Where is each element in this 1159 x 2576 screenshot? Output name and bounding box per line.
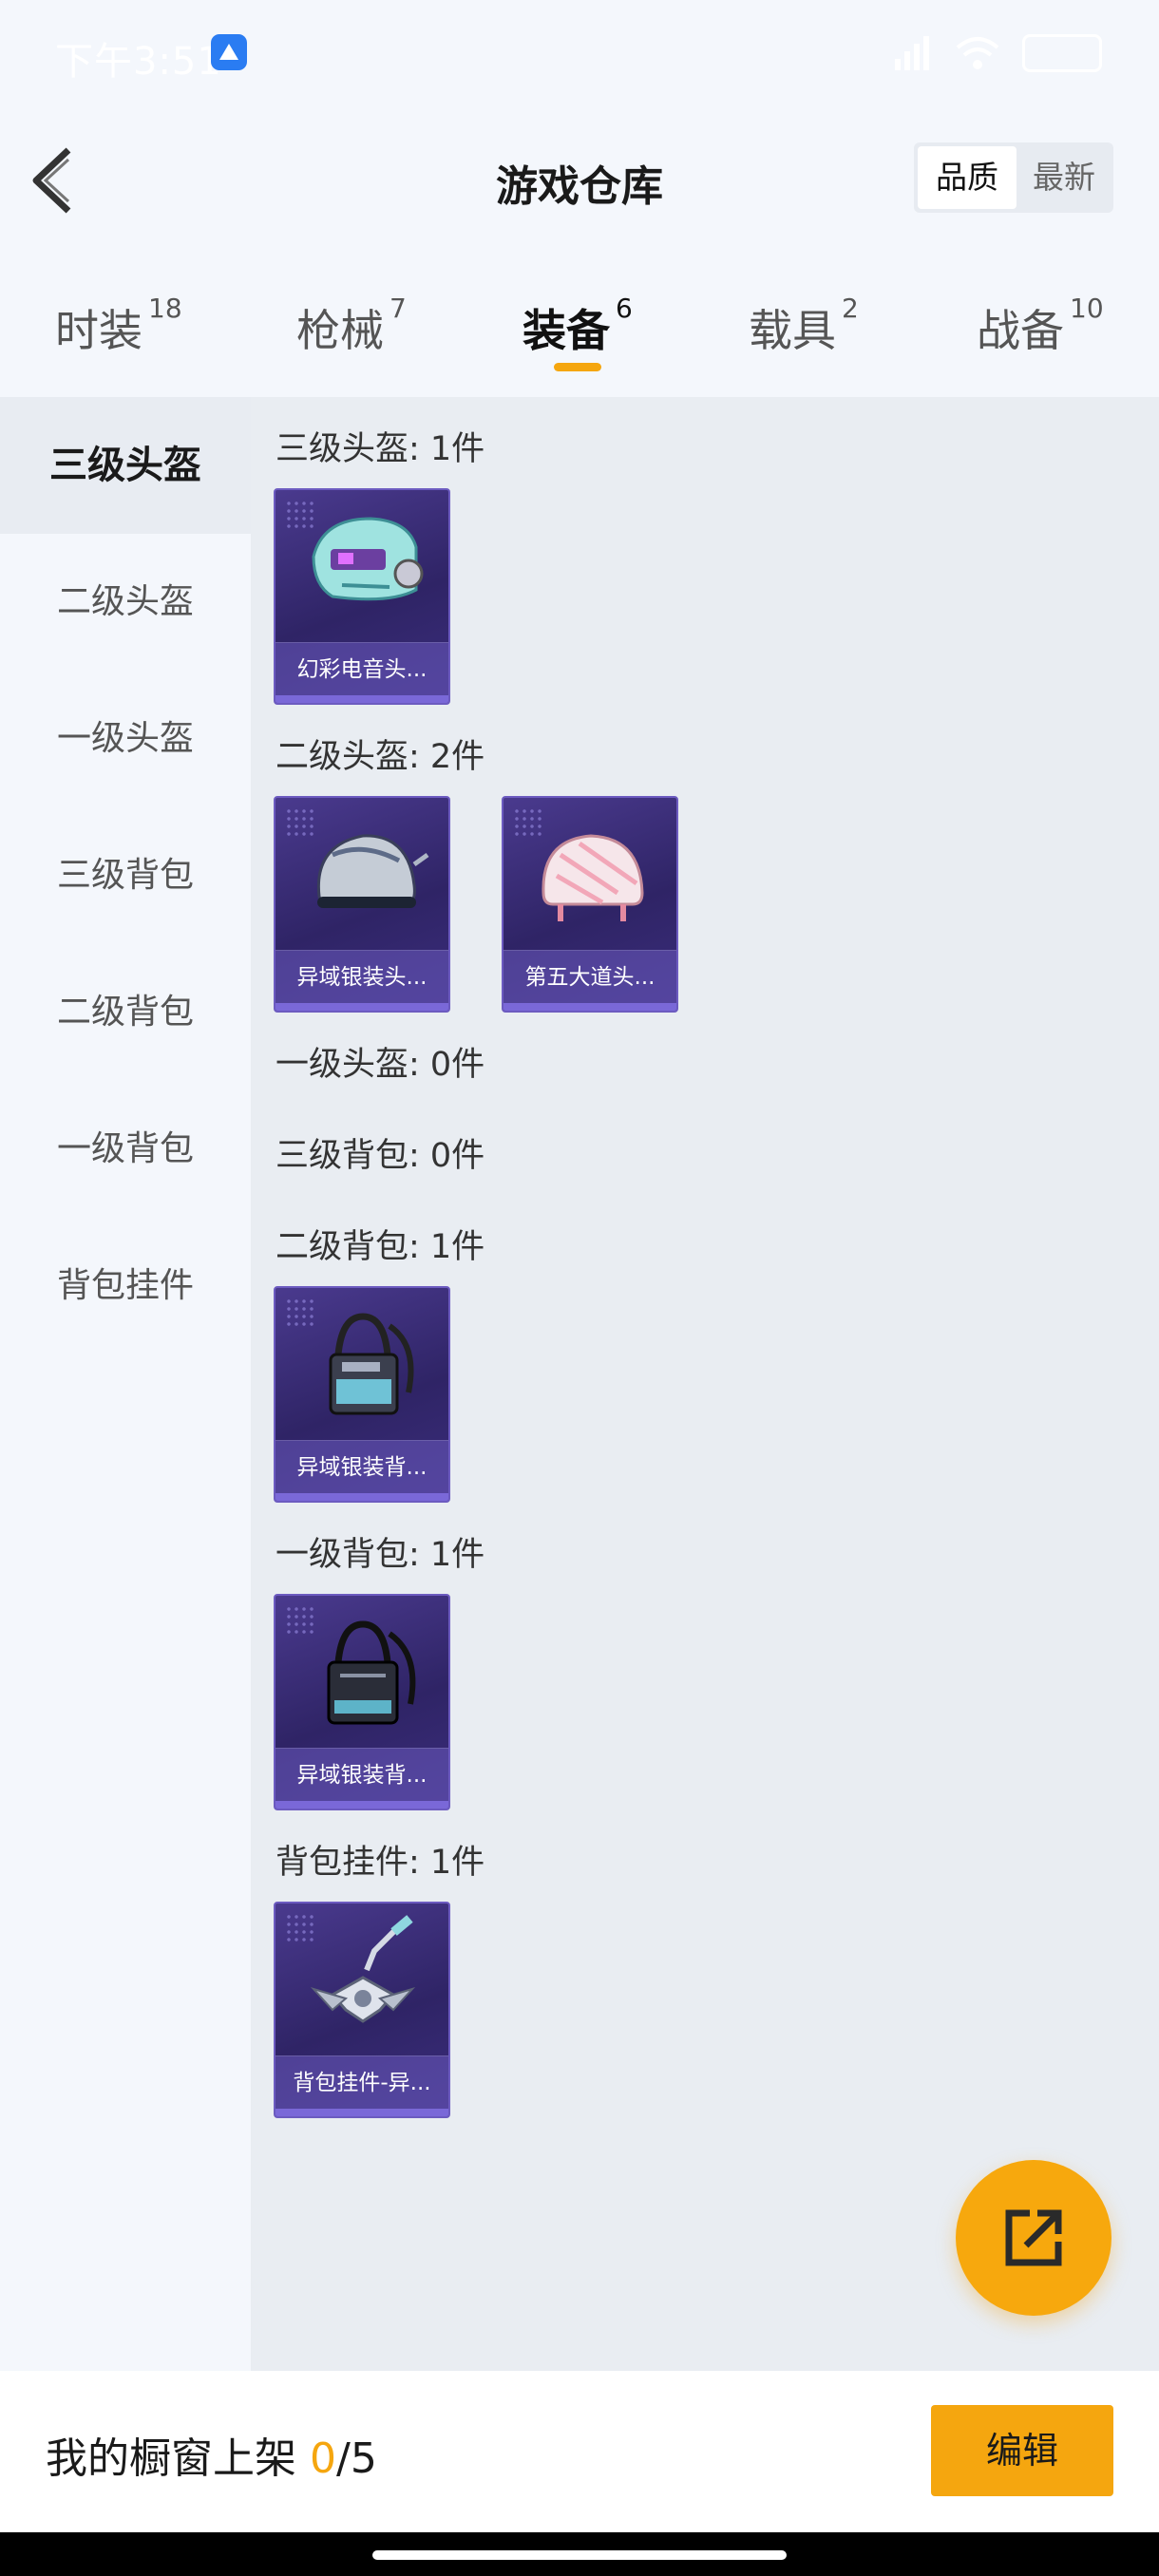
section-title: 一级头盔: 0件 bbox=[276, 1046, 485, 1084]
share-button[interactable] bbox=[956, 2160, 1112, 2316]
battery-icon bbox=[1022, 34, 1102, 72]
item-name: 异域银装背... bbox=[276, 1440, 448, 1493]
sort-newest-button[interactable]: 最新 bbox=[1018, 146, 1110, 209]
rarity-strip bbox=[276, 1003, 448, 1011]
item-name: 异域银装背... bbox=[276, 1748, 448, 1801]
rarity-strip bbox=[504, 1003, 676, 1011]
item-list: 三级头盔: 1件 幻彩电音头... 二级头盔: 2件 异域银装头... 第五大道… bbox=[251, 397, 1159, 2371]
item-card[interactable]: 背包挂件-异... bbox=[274, 1902, 450, 2118]
helmet-icon bbox=[312, 517, 424, 601]
rarity-strip bbox=[276, 695, 448, 703]
category-tabs: 时装 18 枪械 7 装备 6 载具 2 战备 10 bbox=[0, 275, 1159, 397]
section-title: 二级背包: 1件 bbox=[276, 1228, 485, 1266]
helmet-icon bbox=[316, 834, 429, 908]
item-name: 第五大道头... bbox=[504, 950, 676, 1003]
app-notification-icon bbox=[211, 34, 247, 70]
showcase-total: /5 bbox=[336, 2434, 377, 2483]
sidebar-item-level1-backpack[interactable]: 一级背包 bbox=[0, 1081, 251, 1218]
home-gesture-handle[interactable] bbox=[372, 2550, 787, 2560]
item-name: 背包挂件-异... bbox=[276, 2055, 448, 2109]
status-indicators bbox=[893, 34, 1112, 72]
header: 游戏仓库 品质 最新 bbox=[0, 104, 1159, 256]
pendant-icon bbox=[310, 1915, 416, 2023]
share-external-icon bbox=[1005, 2209, 1062, 2266]
tab-count: 18 bbox=[148, 293, 182, 324]
section-title: 二级头盔: 2件 bbox=[276, 738, 485, 776]
sidebar-item-level2-helmet[interactable]: 二级头盔 bbox=[0, 534, 251, 671]
item-name: 异域银装头... bbox=[276, 950, 448, 1003]
section-title: 三级头盔: 1件 bbox=[276, 430, 485, 468]
sidebar-item-level3-helmet[interactable]: 三级头盔 bbox=[0, 397, 251, 534]
status-time: 下午3:51 bbox=[55, 40, 222, 84]
helmet-icon bbox=[542, 834, 644, 921]
edit-button[interactable]: 编辑 bbox=[931, 2405, 1113, 2496]
item-name: 幻彩电音头... bbox=[276, 642, 448, 695]
tab-count: 2 bbox=[842, 293, 859, 324]
item-card[interactable]: 第五大道头... bbox=[502, 796, 678, 1013]
wifi-icon bbox=[954, 34, 1001, 72]
status-bar: 下午3:51 bbox=[0, 0, 1159, 104]
sort-toggle: 品质 最新 bbox=[914, 142, 1113, 213]
item-card[interactable]: 异域银装背... bbox=[274, 1594, 450, 1810]
tab-label: 装备 bbox=[522, 305, 610, 356]
showcase-status: 我的橱窗上架 0/5 bbox=[46, 2424, 377, 2485]
rarity-strip bbox=[276, 1801, 448, 1809]
signal-icon bbox=[893, 34, 937, 72]
tab-count: 7 bbox=[390, 293, 407, 324]
sidebar-item-level2-backpack[interactable]: 二级背包 bbox=[0, 944, 251, 1081]
showcase-bar: 我的橱窗上架 0/5 编辑 bbox=[0, 2371, 1159, 2532]
rarity-strip bbox=[276, 2109, 448, 2116]
tab-equipment[interactable]: 装备 6 bbox=[522, 293, 633, 363]
active-tab-indicator bbox=[554, 363, 601, 371]
showcase-label: 我的橱窗上架 bbox=[46, 2434, 296, 2483]
sidebar-item-backpack-pendant[interactable]: 背包挂件 bbox=[0, 1218, 251, 1354]
tab-combat-gear[interactable]: 战备 10 bbox=[977, 293, 1104, 363]
tab-fashion[interactable]: 时装 18 bbox=[55, 293, 182, 363]
tab-guns[interactable]: 枪械 7 bbox=[296, 293, 407, 363]
sidebar-item-level3-backpack[interactable]: 三级背包 bbox=[0, 807, 251, 944]
item-card[interactable]: 异域银装头... bbox=[274, 796, 450, 1013]
tab-label: 载具 bbox=[749, 305, 836, 356]
showcase-count: 0 bbox=[310, 2434, 336, 2483]
sidebar-item-level1-helmet[interactable]: 一级头盔 bbox=[0, 671, 251, 807]
backpack-icon bbox=[329, 1313, 414, 1415]
tab-vehicles[interactable]: 载具 2 bbox=[749, 293, 859, 363]
item-card[interactable]: 幻彩电音头... bbox=[274, 488, 450, 705]
tab-count: 6 bbox=[616, 293, 633, 324]
tab-count: 10 bbox=[1070, 293, 1104, 324]
backpack-icon bbox=[327, 1620, 416, 1725]
tab-label: 枪械 bbox=[296, 305, 384, 356]
system-nav-bar bbox=[0, 2532, 1159, 2576]
section-title: 背包挂件: 1件 bbox=[276, 1844, 485, 1882]
sort-quality-button[interactable]: 品质 bbox=[918, 146, 1016, 209]
section-title: 三级背包: 0件 bbox=[276, 1137, 485, 1175]
section-title: 一级背包: 1件 bbox=[276, 1536, 485, 1574]
tab-label: 时装 bbox=[55, 305, 142, 356]
tab-label: 战备 bbox=[977, 305, 1064, 356]
rarity-strip bbox=[276, 1493, 448, 1501]
sidebar: 三级头盔 二级头盔 一级头盔 三级背包 二级背包 一级背包 背包挂件 bbox=[0, 397, 251, 2371]
item-card[interactable]: 异域银装背... bbox=[274, 1286, 450, 1503]
